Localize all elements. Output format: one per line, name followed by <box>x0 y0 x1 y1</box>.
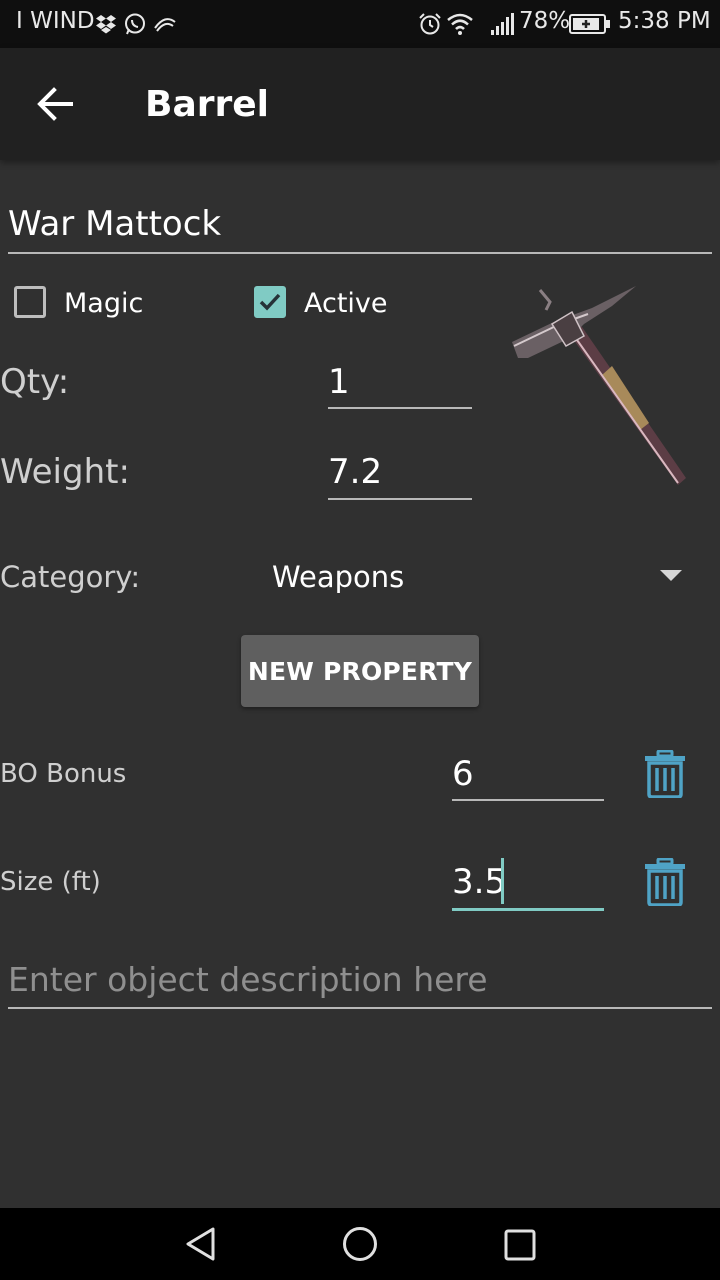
description-underline <box>8 1007 712 1009</box>
navigation-bar <box>0 1208 720 1280</box>
battery-charging-icon <box>569 14 610 34</box>
recents-nav-icon[interactable] <box>504 1229 536 1261</box>
status-bar: I WIND 78% 5:38 PM <box>0 0 720 48</box>
carrier-label: I WIND <box>16 8 95 34</box>
dropdown-arrow-icon <box>660 570 682 581</box>
back-arrow-icon[interactable] <box>36 86 74 122</box>
active-checkbox-label[interactable]: Active <box>304 288 388 319</box>
page-title: Barrel <box>145 84 269 125</box>
delete-property-trash-icon[interactable] <box>644 750 686 798</box>
magic-checkbox-label[interactable]: Magic <box>64 288 143 319</box>
weight-input[interactable]: 7.2 <box>328 452 382 492</box>
category-dropdown[interactable]: Weapons <box>262 548 702 604</box>
qty-input[interactable]: 1 <box>328 362 350 402</box>
back-nav-icon[interactable] <box>184 1226 216 1262</box>
text-cursor <box>501 858 504 904</box>
property-label: Size (ft) <box>0 867 101 897</box>
keyboard-app-icon <box>154 18 176 32</box>
battery-percent: 78% <box>519 8 571 34</box>
app-bar: Barrel <box>0 48 720 160</box>
property-value-underline-focused <box>452 908 604 911</box>
property-value-underline <box>452 799 604 801</box>
new-property-button[interactable]: NEW PROPERTY <box>241 635 479 707</box>
wifi-icon <box>447 13 473 35</box>
magic-checkbox[interactable] <box>14 286 46 318</box>
qty-label: Qty: <box>0 362 70 402</box>
item-name-input[interactable]: War Mattock <box>8 204 221 244</box>
whatsapp-icon <box>125 13 145 35</box>
item-name-underline <box>8 252 712 254</box>
active-checkbox[interactable] <box>254 286 286 318</box>
item-image[interactable] <box>500 280 700 500</box>
category-label: Category: <box>0 560 141 594</box>
weight-label: Weight: <box>0 452 130 492</box>
property-value-input[interactable]: 3.5 <box>452 862 506 902</box>
delete-property-trash-icon[interactable] <box>644 858 686 906</box>
description-input[interactable]: Enter object description here <box>8 960 488 999</box>
signal-icon <box>491 13 514 35</box>
property-value-input[interactable]: 6 <box>452 754 474 794</box>
category-selected-value: Weapons <box>272 560 405 594</box>
property-label: BO Bonus <box>0 759 127 789</box>
check-icon <box>259 293 281 311</box>
weight-underline <box>328 498 472 500</box>
clock: 5:38 PM <box>618 8 711 34</box>
home-nav-icon[interactable] <box>342 1226 378 1262</box>
alarm-icon <box>419 13 441 35</box>
dropbox-icon <box>96 15 116 34</box>
qty-underline <box>328 407 472 409</box>
